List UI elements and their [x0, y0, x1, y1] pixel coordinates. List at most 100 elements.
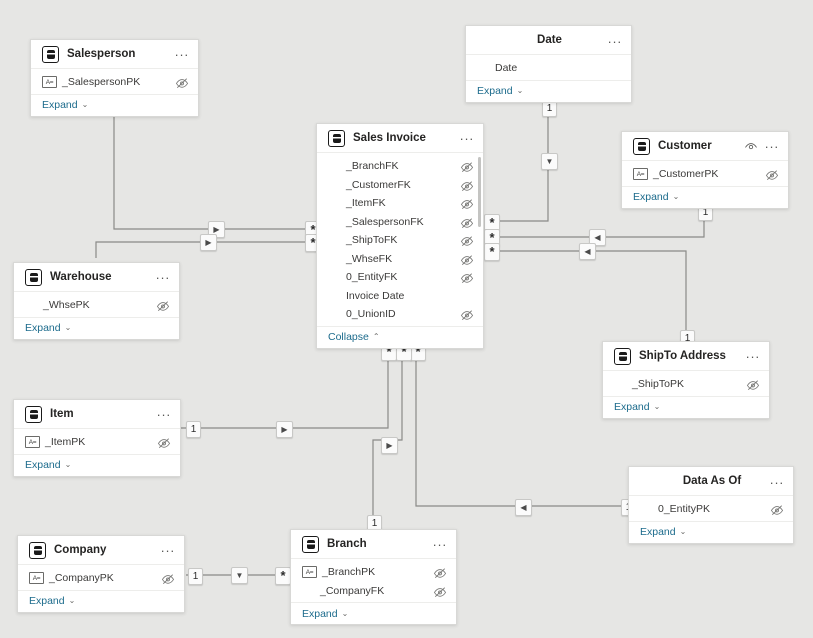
- field-label: 0_EntityPK: [658, 503, 770, 515]
- hidden-eye-icon[interactable]: [460, 216, 474, 228]
- hidden-eye-icon[interactable]: [175, 76, 189, 88]
- table-card-date[interactable]: Date ··· Date Expand ⌄: [465, 25, 632, 103]
- expand-button-salesperson[interactable]: Expand ⌄: [31, 94, 198, 116]
- hidden-eye-icon[interactable]: [433, 585, 447, 597]
- field-row[interactable]: _ItemFK: [317, 194, 483, 213]
- expand-button-item[interactable]: Expand ⌄: [14, 454, 180, 476]
- field-row[interactable]: 0_UnionID: [317, 305, 483, 324]
- expand-label: Expand: [29, 595, 65, 607]
- field-type-icon-none: [328, 291, 341, 301]
- table-card-warehouse[interactable]: Warehouse ··· _WhsePK Expand ⌄: [13, 262, 180, 340]
- field-list-scrollbar[interactable]: [478, 157, 481, 227]
- field-row[interactable]: 0_EntityFK: [317, 268, 483, 287]
- hidden-eye-icon[interactable]: [460, 234, 474, 246]
- table-menu-icon[interactable]: ···: [157, 408, 172, 421]
- field-row[interactable]: A= _BranchPK: [291, 563, 456, 582]
- hidden-eye-icon[interactable]: [460, 197, 474, 209]
- collapse-button-sales-invoice[interactable]: Collapse ⌃: [317, 326, 483, 348]
- table-fields-shipto-address: _ShipToPK: [603, 371, 769, 396]
- expand-button-warehouse[interactable]: Expand ⌄: [14, 317, 179, 339]
- field-label: _CustomerFK: [346, 179, 460, 191]
- field-label: _BranchPK: [322, 566, 433, 578]
- table-fields-company: A= _CompanyPK: [18, 565, 184, 590]
- hidden-eye-icon[interactable]: [460, 179, 474, 191]
- field-label: _ShipToPK: [632, 378, 746, 390]
- collapse-label: Collapse: [328, 331, 369, 343]
- expand-label: Expand: [302, 608, 338, 620]
- hidden-eye-icon[interactable]: [157, 436, 171, 448]
- table-card-company[interactable]: Company ··· A= _CompanyPK Expand ⌄: [17, 535, 185, 613]
- table-fields-customer: A= _CustomerPK: [622, 161, 788, 186]
- hidden-eye-icon[interactable]: [460, 253, 474, 265]
- field-row[interactable]: _WhsePK: [14, 296, 179, 315]
- table-icon: [633, 138, 650, 155]
- expand-button-customer[interactable]: Expand ⌄: [622, 186, 788, 208]
- hidden-eye-icon[interactable]: [460, 271, 474, 283]
- expand-button-date[interactable]: Expand ⌄: [466, 80, 631, 102]
- table-fields-data-as-of: 0_EntityPK: [629, 496, 793, 521]
- field-row[interactable]: _ShipToFK: [317, 231, 483, 250]
- relationship-cardinality-many-shipto: *: [484, 243, 500, 261]
- text-field-type-icon: A=: [29, 572, 44, 584]
- hidden-eye-icon[interactable]: [433, 566, 447, 578]
- table-menu-icon[interactable]: ···: [175, 48, 190, 61]
- hidden-eye-icon[interactable]: [460, 308, 474, 320]
- table-menu-icon[interactable]: ···: [433, 538, 448, 551]
- table-menu-icon[interactable]: ···: [156, 271, 171, 284]
- table-menu-icon[interactable]: ···: [460, 132, 475, 145]
- table-menu-icon[interactable]: ···: [608, 35, 623, 48]
- hidden-eye-icon[interactable]: [156, 299, 170, 311]
- table-card-customer[interactable]: Customer ··· A= _CustomerPK Expand ⌄: [621, 131, 789, 209]
- table-card-shipto-address[interactable]: ShipTo Address ··· _ShipToPK Expand ⌄: [602, 341, 770, 419]
- field-row[interactable]: 0_EntityPK: [629, 500, 793, 519]
- chevron-down-icon: ⌄: [69, 597, 76, 605]
- relationship-arrow-dataasof: ◀: [515, 499, 532, 516]
- visible-eye-icon[interactable]: [744, 140, 758, 152]
- table-fields-item: A= _ItemPK: [14, 429, 180, 454]
- field-row[interactable]: _SalespersonFK: [317, 213, 483, 232]
- relationship-arrow-company: ▼: [231, 567, 248, 584]
- table-card-item[interactable]: Item ··· A= _ItemPK Expand ⌄: [13, 399, 181, 477]
- field-row[interactable]: A= _ItemPK: [14, 433, 180, 452]
- expand-button-data-as-of[interactable]: Expand ⌄: [629, 521, 793, 543]
- field-type-icon-none: [25, 300, 38, 310]
- field-label: _CustomerPK: [653, 168, 765, 180]
- table-title: Customer: [658, 140, 712, 152]
- field-row[interactable]: _CustomerFK: [317, 176, 483, 195]
- field-row[interactable]: _ShipToPK: [603, 375, 769, 394]
- field-row[interactable]: A= _CompanyPK: [18, 569, 184, 588]
- table-title: Branch: [327, 538, 367, 550]
- relationship-arrow-item: ▶: [276, 421, 293, 438]
- table-card-data-as-of[interactable]: Data As Of ··· 0_EntityPK Expand ⌄: [628, 466, 794, 544]
- field-type-icon-none: [328, 180, 341, 190]
- hidden-eye-icon[interactable]: [161, 572, 175, 584]
- expand-button-company[interactable]: Expand ⌄: [18, 590, 184, 612]
- table-title: Company: [54, 544, 106, 556]
- hidden-eye-icon[interactable]: [746, 378, 760, 390]
- hidden-eye-icon[interactable]: [770, 503, 784, 515]
- field-type-icon-none: [477, 63, 490, 73]
- field-row[interactable]: A= _CustomerPK: [622, 165, 788, 184]
- expand-button-shipto-address[interactable]: Expand ⌄: [603, 396, 769, 418]
- hidden-eye-icon[interactable]: [460, 160, 474, 172]
- field-row[interactable]: _BranchFK: [317, 157, 483, 176]
- table-icon: [25, 406, 42, 423]
- field-row[interactable]: _WhseFK: [317, 250, 483, 269]
- table-card-salesperson[interactable]: Salesperson ··· A= _SalespersonPK Expand…: [30, 39, 199, 117]
- field-row[interactable]: A= _SalespersonPK: [31, 73, 198, 92]
- field-row[interactable]: _CompanyFK: [291, 582, 456, 601]
- field-row[interactable]: Invoice Date: [317, 287, 483, 306]
- table-card-branch[interactable]: Branch ··· A= _BranchPK _CompanyFK Expan…: [290, 529, 457, 625]
- table-icon: [29, 542, 46, 559]
- expand-button-branch[interactable]: Expand ⌄: [291, 602, 456, 624]
- table-menu-icon[interactable]: ···: [161, 544, 176, 557]
- table-menu-icon[interactable]: ···: [765, 140, 780, 153]
- table-title: Date: [537, 34, 562, 46]
- field-label: _SalespersonFK: [346, 216, 460, 228]
- table-card-sales-invoice[interactable]: Sales Invoice ··· _BranchFK _CustomerFK: [316, 123, 484, 349]
- table-menu-icon[interactable]: ···: [770, 476, 785, 489]
- field-row[interactable]: Date: [466, 59, 631, 78]
- text-field-type-icon: A=: [633, 168, 648, 180]
- table-menu-icon[interactable]: ···: [746, 350, 761, 363]
- hidden-eye-icon[interactable]: [765, 168, 779, 180]
